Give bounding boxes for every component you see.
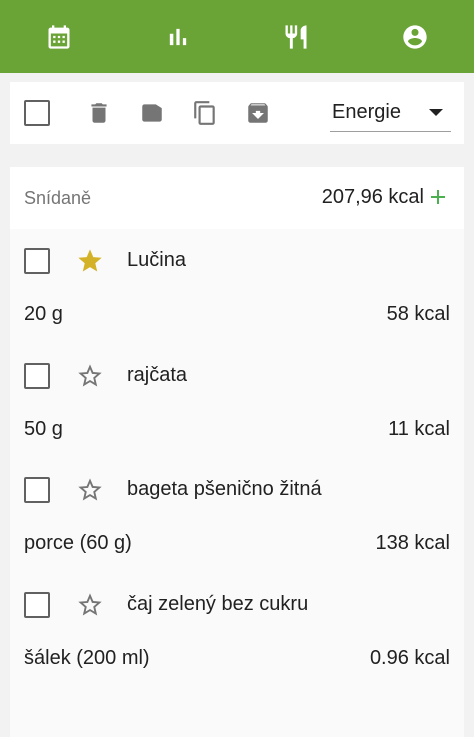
item-amount: porce (60 g) (24, 532, 132, 554)
food-item[interactable]: bageta pšenično žitná porce (60 g) 138 kca… (10, 458, 464, 572)
item-checkbox[interactable] (24, 591, 50, 618)
item-name: čaj zelený bez cukru (127, 592, 309, 615)
archive-button[interactable] (241, 96, 275, 130)
bar-chart-icon (169, 28, 186, 45)
nutrient-select-value: Energie (332, 101, 401, 123)
item-name: Lučina (127, 249, 186, 271)
nutrient-select[interactable]: Energie (330, 94, 451, 132)
item-name: rajčata (127, 363, 188, 386)
fork-knife-icon (285, 24, 307, 49)
action-toolbar: Energie (10, 82, 464, 144)
item-kcal: 58 kcal (386, 303, 450, 325)
food-item[interactable]: rajčata 50 g 11 kcal (10, 344, 464, 458)
item-kcal: 138 kcal (375, 532, 451, 554)
item-checkbox[interactable] (24, 248, 50, 274)
archive-icon (248, 103, 268, 123)
item-kcal: 0.96 kcal (369, 646, 450, 669)
item-kcal: 11 kcal (388, 417, 450, 440)
select-all-checkbox[interactable] (20, 96, 54, 130)
top-nav-bar (0, 0, 474, 73)
add-food-button[interactable] (426, 185, 450, 209)
food-item[interactable]: Lučina 20 g 58 kcal (10, 229, 464, 343)
nav-foods[interactable] (237, 0, 356, 73)
food-item[interactable]: čaj zelený bez cukru šálek (200 ml) 0.96 k… (10, 573, 464, 687)
checkbox[interactable] (24, 100, 50, 126)
meal-name: Snídaně (24, 188, 92, 208)
meal-total: 207,96 kcal (321, 186, 424, 208)
plus-icon (431, 190, 445, 204)
nav-profile[interactable] (356, 0, 474, 73)
nav-stats[interactable] (119, 0, 238, 73)
item-amount: 50 g (24, 417, 63, 440)
item-amount: šálek (200 ml) (24, 646, 150, 669)
meal-header: Snídaně 207,96 kcal (10, 167, 464, 229)
calendar-icon (48, 24, 70, 49)
item-name: bageta pšenično žitná (127, 478, 322, 500)
label-button[interactable] (135, 96, 169, 130)
star-outline-icon[interactable] (76, 362, 104, 390)
copy-button[interactable] (188, 96, 222, 130)
star-outline-icon[interactable] (76, 591, 104, 619)
star-filled-icon[interactable] (76, 247, 104, 275)
nav-diary[interactable] (0, 0, 119, 73)
copy-icon (194, 101, 215, 125)
star-outline-icon[interactable] (76, 476, 104, 504)
label-icon (142, 104, 162, 122)
meal-section: Snídaně 207,96 kcal Lučina 20 g 58 kcal raj… (10, 167, 464, 737)
caret-down-icon (429, 109, 443, 116)
item-checkbox[interactable] (24, 362, 50, 389)
delete-button[interactable] (82, 96, 116, 130)
delete-icon (91, 103, 107, 123)
item-amount: 20 g (24, 303, 63, 325)
account-circle-icon (403, 24, 427, 49)
item-checkbox[interactable] (24, 477, 50, 503)
